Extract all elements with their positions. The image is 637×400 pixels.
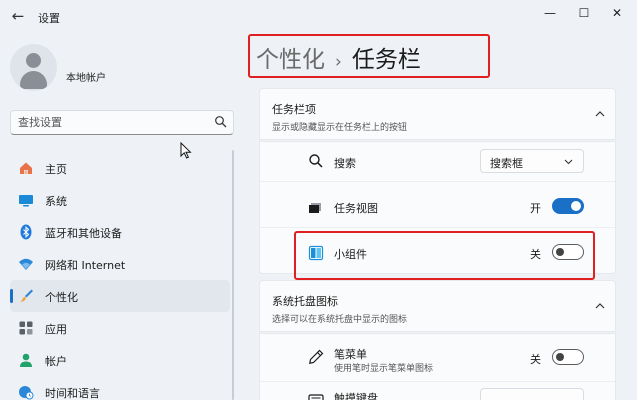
search-display-dropdown[interactable]: 搜索框 <box>480 149 584 173</box>
sidebar-item-label: 蓝牙和其他设备 <box>45 227 122 240</box>
globe-clock-icon <box>19 386 34 400</box>
minimize-button[interactable]: — <box>540 4 560 22</box>
search-icon[interactable] <box>214 115 228 129</box>
sidebar-item-label: 个性化 <box>45 291 78 304</box>
app-title: 设置 <box>38 12 60 25</box>
toggle-state-label: 关 <box>530 353 541 366</box>
chevron-down-icon <box>564 159 573 165</box>
tray-icons-list: 笔菜单 使用笔时显示笔菜单图标 关 触摸键盘 <box>259 333 616 400</box>
sidebar-item-accounts[interactable]: 帐户 <box>10 344 230 376</box>
row-label: 任务视图 <box>334 202 378 215</box>
sidebar-item-label: 应用 <box>45 323 67 336</box>
touch-keyboard-dropdown[interactable] <box>480 388 584 400</box>
group-header-text: 任务栏项 显示或隐藏显示在任务栏上的按钮 <box>272 101 407 133</box>
tray-icons-header[interactable]: 系统托盘图标 选择可以在系统托盘中显示的图标 <box>259 280 616 332</box>
sidebar-nav: 主页 系统 蓝牙和其他设备 网络和 Internet 个性化 应用 帐户 时间和… <box>10 152 230 400</box>
monitor-icon <box>19 195 33 207</box>
toggle-knob <box>571 201 581 211</box>
sidebar-item-network[interactable]: 网络和 Internet <box>10 248 230 280</box>
person-icon <box>20 353 32 367</box>
title-bar: ← 设置 — ☐ ✕ <box>0 0 637 34</box>
back-button[interactable]: ← <box>8 6 28 26</box>
task-view-icon <box>309 203 321 213</box>
avatar-head <box>26 53 41 68</box>
group-title: 任务栏项 <box>272 103 316 116</box>
bluetooth-icon <box>20 224 32 240</box>
sidebar-item-time-language[interactable]: 时间和语言 <box>10 376 230 400</box>
search-icon <box>309 154 323 168</box>
pen-icon <box>309 349 324 364</box>
group-title: 系统托盘图标 <box>272 295 338 308</box>
group-description: 选择可以在系统托盘中显示的图标 <box>272 315 408 325</box>
sidebar-item-label: 时间和语言 <box>45 387 100 400</box>
task-view-toggle[interactable] <box>552 198 584 214</box>
sidebar-item-label: 帐户 <box>45 355 67 368</box>
highlight-box-title <box>248 34 490 78</box>
sidebar-scrollbar[interactable] <box>232 150 234 400</box>
sidebar-item-personalization[interactable]: 个性化 <box>10 280 230 312</box>
sidebar-item-home[interactable]: 主页 <box>10 152 230 184</box>
keyboard-icon <box>308 394 324 400</box>
close-button[interactable]: ✕ <box>607 4 627 22</box>
search-box[interactable] <box>10 110 234 135</box>
row-label: 触摸键盘 <box>334 392 378 400</box>
sidebar-item-system[interactable]: 系统 <box>10 184 230 216</box>
divider <box>260 381 615 382</box>
home-icon <box>20 162 32 174</box>
maximize-button[interactable]: ☐ <box>574 4 594 22</box>
sidebar-item-bluetooth[interactable]: 蓝牙和其他设备 <box>10 216 230 248</box>
sidebar-item-label: 系统 <box>45 195 67 208</box>
taskbar-items-header[interactable]: 任务栏项 显示或隐藏显示在任务栏上的按钮 <box>259 88 616 140</box>
avatar[interactable] <box>10 44 57 91</box>
account-name: 本地帐户 <box>66 73 106 84</box>
group-header-text: 系统托盘图标 选择可以在系统托盘中显示的图标 <box>272 293 407 325</box>
dropdown-value: 搜索框 <box>490 157 523 170</box>
highlight-box-widgets <box>294 231 595 280</box>
group-description: 显示或隐藏显示在任务栏上的按钮 <box>272 123 408 133</box>
divider <box>260 227 615 228</box>
sidebar-item-apps[interactable]: 应用 <box>10 312 230 344</box>
search-input[interactable] <box>11 111 207 134</box>
paintbrush-icon <box>20 289 33 302</box>
pen-menu-toggle[interactable] <box>552 349 584 365</box>
sidebar-item-label: 网络和 Internet <box>45 259 126 272</box>
row-description: 使用笔时显示笔菜单图标 <box>334 364 434 374</box>
chevron-up-icon[interactable] <box>594 108 606 120</box>
sidebar-item-label: 主页 <box>45 163 67 176</box>
wifi-icon <box>19 258 33 270</box>
divider <box>260 181 615 182</box>
row-label: 搜索 <box>334 157 356 170</box>
avatar-body <box>20 71 47 89</box>
toggle-state-label: 开 <box>530 202 541 215</box>
toggle-knob <box>556 353 564 361</box>
chevron-up-icon[interactable] <box>594 300 606 312</box>
apps-icon <box>19 321 33 335</box>
row-label: 笔菜单 <box>334 348 367 361</box>
